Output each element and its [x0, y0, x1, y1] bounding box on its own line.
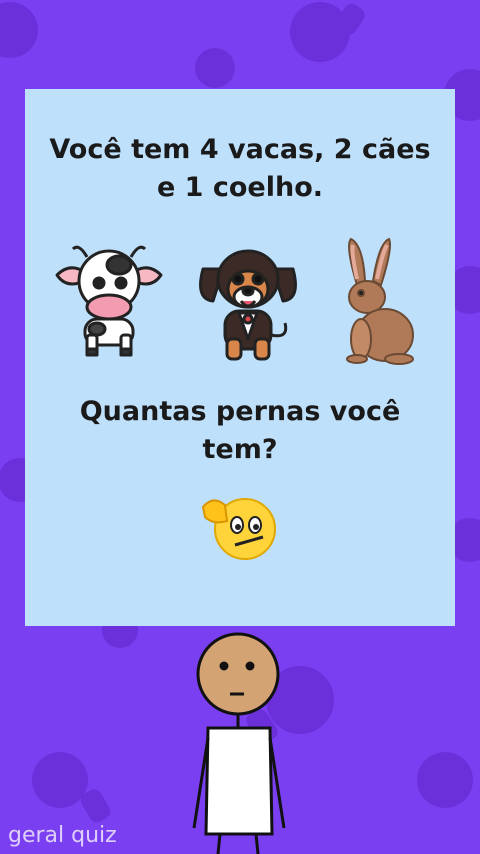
character-icon — [192, 632, 286, 854]
rabbit-icon — [346, 237, 414, 365]
quiz-card: Você tem 4 vacas, 2 cães e 1 coelho. Qua… — [25, 89, 455, 626]
prompt-line-1: Quantas pernas você — [79, 396, 401, 427]
thinking-face-icon — [201, 498, 276, 560]
dog-icon — [199, 249, 297, 361]
prompt-line-2: tem? — [202, 434, 278, 465]
question-line-1: Você tem 4 vacas, 2 cães — [49, 134, 431, 165]
prompt-text: Quantas pernas você tem? — [25, 393, 455, 469]
question-line-2: e 1 coelho. — [156, 172, 324, 203]
cow-icon — [55, 245, 163, 357]
watermark: geral quiz — [8, 823, 117, 848]
question-text: Você tem 4 vacas, 2 cães e 1 coelho. — [25, 131, 455, 207]
